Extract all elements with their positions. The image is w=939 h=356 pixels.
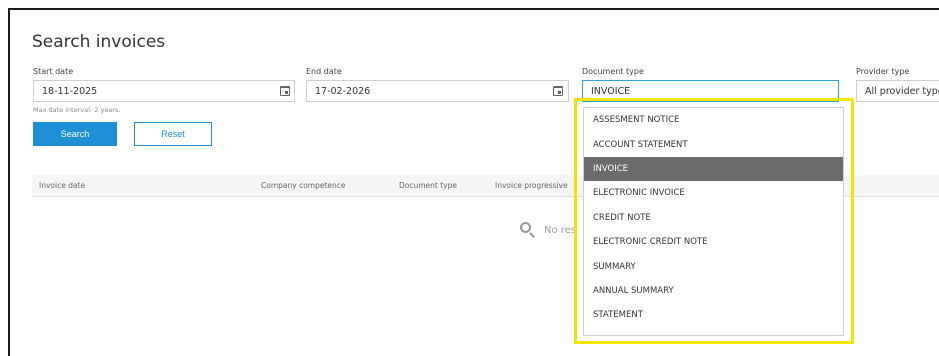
column-document-type[interactable]: Document type	[399, 181, 457, 190]
end-date-value: 17-02-2026	[315, 85, 371, 97]
dropdown-option[interactable]: ASSESMENT NOTICE	[584, 108, 843, 132]
column-invoice-progressive[interactable]: Invoice progressive	[495, 181, 568, 190]
provider-type-value: All provider types	[865, 85, 939, 97]
page-title: Search invoices	[32, 32, 166, 52]
dropdown-option[interactable]: STATEMENT	[584, 303, 843, 327]
provider-type-select[interactable]: All provider types	[856, 80, 939, 102]
search-button[interactable]: Search	[33, 122, 117, 146]
dropdown-option[interactable]: SUMMARY	[584, 254, 843, 278]
dropdown-option[interactable]: CREDIT NOTE	[584, 206, 843, 230]
date-interval-hint: Max date interval: 2 years.	[33, 106, 121, 114]
app-frame: Search invoices Start date 18-11-2025 En…	[8, 8, 939, 356]
dropdown-option[interactable]: ELECTRONIC INVOICE	[584, 181, 843, 205]
start-date-value: 18-11-2025	[42, 85, 98, 97]
start-date-input[interactable]: 18-11-2025	[33, 80, 295, 102]
column-company-competence[interactable]: Company competence	[261, 181, 346, 190]
dropdown-option-selected[interactable]: INVOICE	[584, 156, 843, 182]
start-date-label: Start date	[33, 67, 74, 76]
column-invoice-date[interactable]: Invoice date	[39, 181, 85, 190]
document-type-dropdown: ASSESMENT NOTICE ACCOUNT STATEMENT INVOI…	[583, 107, 844, 336]
provider-type-label: Provider type	[856, 67, 910, 76]
calendar-icon[interactable]	[280, 86, 290, 96]
document-type-value: INVOICE	[591, 85, 631, 97]
dropdown-option[interactable]: ANNUAL SUMMARY	[584, 279, 843, 303]
dropdown-option[interactable]: ELECTRONIC CREDIT NOTE	[584, 230, 843, 254]
search-icon	[520, 222, 536, 238]
end-date-input[interactable]: 17-02-2026	[306, 80, 569, 102]
empty-state-text: No res	[544, 224, 577, 236]
dropdown-option[interactable]: ACCOUNT STATEMENT	[584, 132, 843, 156]
end-date-label: End date	[306, 67, 342, 76]
document-type-label: Document type	[582, 67, 644, 76]
reset-button[interactable]: Reset	[134, 122, 212, 146]
calendar-icon[interactable]	[553, 86, 563, 96]
empty-state: No res	[520, 222, 576, 238]
